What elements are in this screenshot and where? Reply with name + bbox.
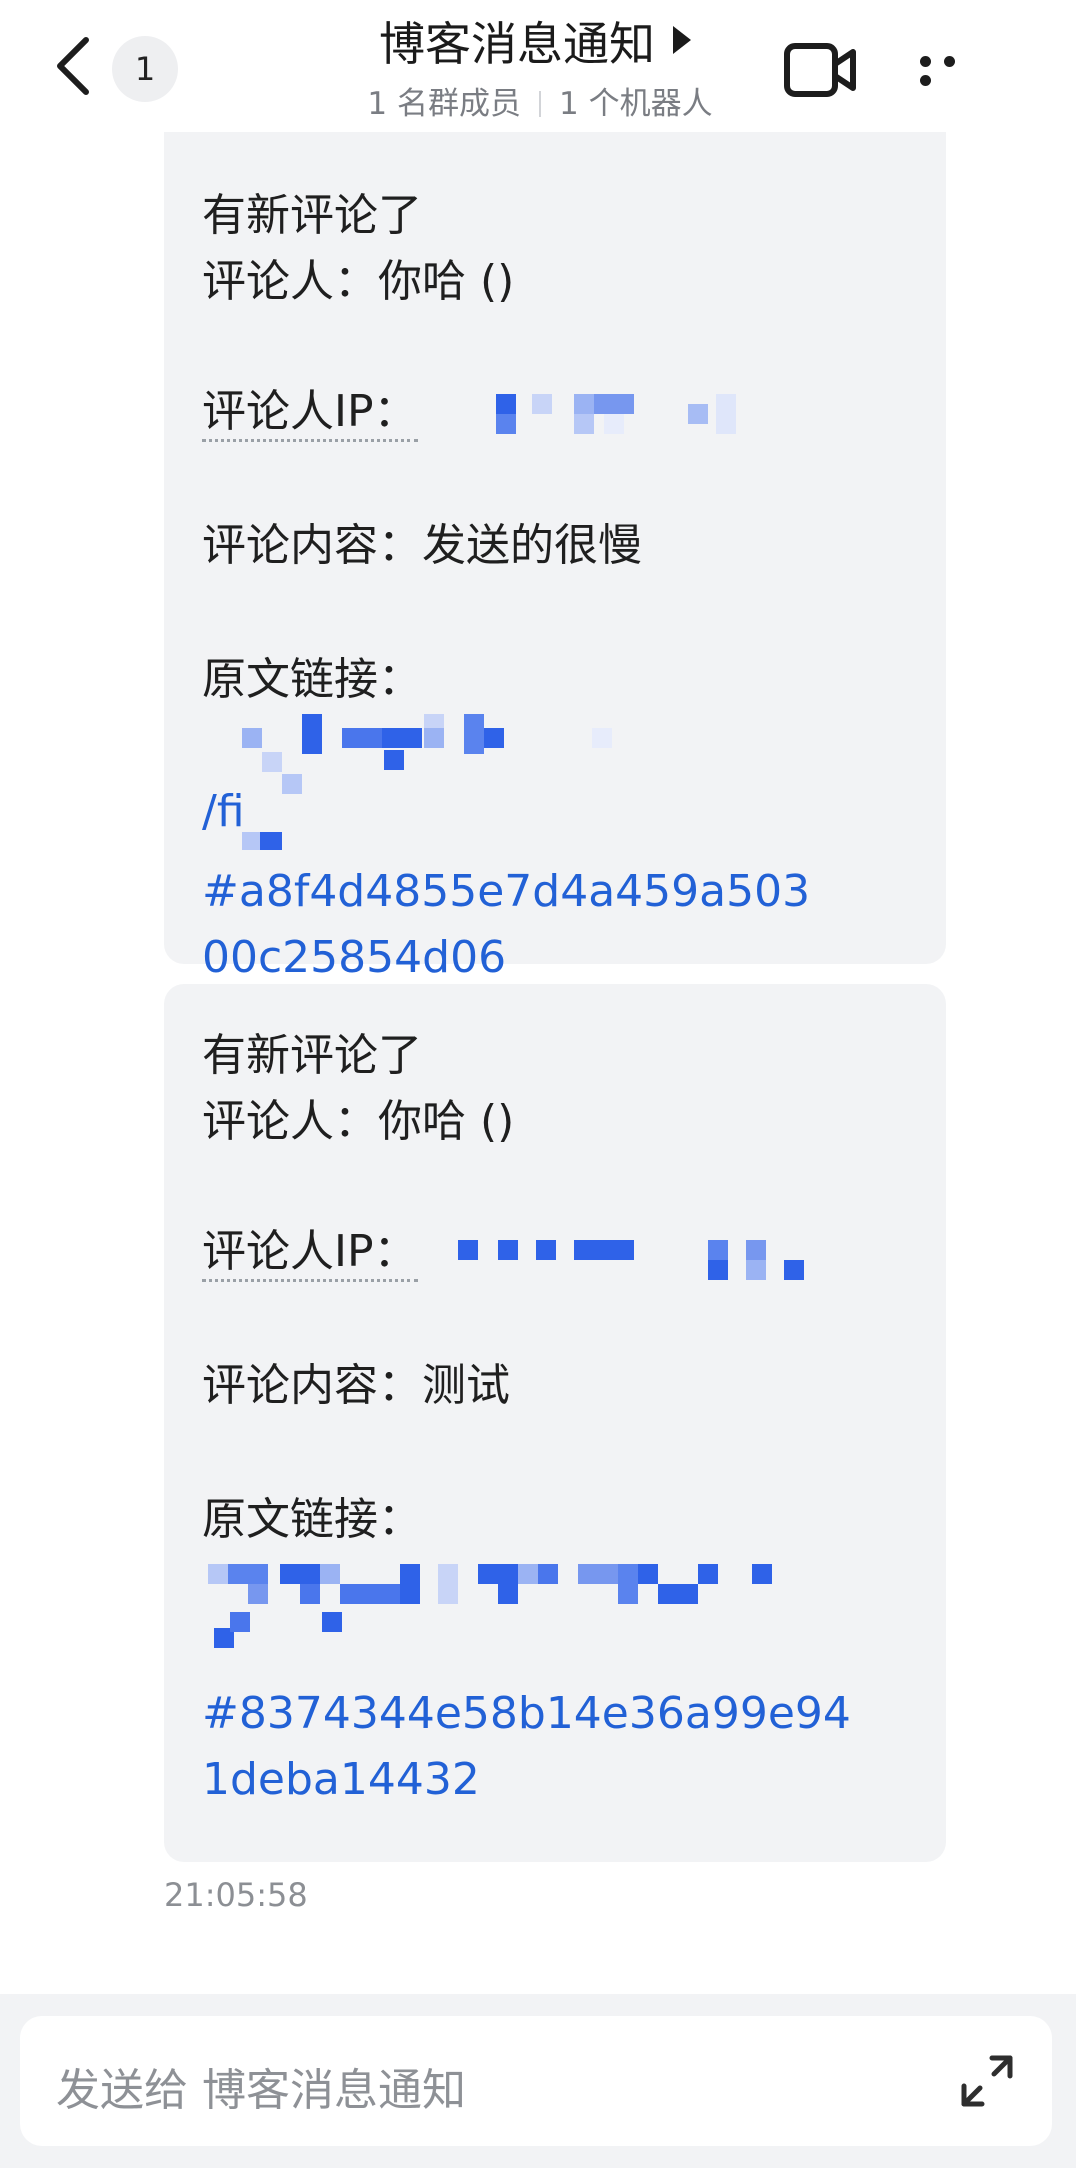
subtitle-divider [539, 91, 541, 117]
message-commenter: 评论人：你哈 () [202, 1096, 515, 1147]
video-call-button[interactable] [783, 40, 857, 100]
message-link-label: 原文链接： [202, 1494, 422, 1545]
member-count: 1 名群成员 [367, 86, 521, 122]
chat-subtitle: 1 名群成员 1 个机器人 [330, 78, 750, 123]
message-link-hash-end[interactable]: 1deba14432 [202, 1750, 480, 1810]
composer-bar: 发送给 博客消息通知 [0, 1994, 1076, 2168]
bot-count: 1 个机器人 [559, 86, 713, 122]
message-input-placeholder: 发送给 博客消息通知 [56, 2065, 466, 2116]
chat-header: 1 博客消息通知 1 名群成员 1 个机器人 [0, 0, 1076, 132]
message-content: 评论内容：测试 [202, 1360, 510, 1411]
message-ip-label: 评论人IP： [202, 382, 418, 442]
message-bubble[interactable]: 有新评论了 评论人：你哈 () 评论人IP： 评论内容：测试 原文链接： #83… [164, 984, 946, 1862]
message-ip-label: 评论人IP： [202, 1222, 418, 1282]
message-heading: 有新评论了 [202, 1030, 422, 1081]
message-timestamp: 21:05:58 [164, 1876, 308, 1914]
dot-icon [920, 75, 931, 86]
dot-icon [920, 56, 931, 67]
more-button[interactable] [920, 52, 990, 86]
expand-arrows-icon [961, 2055, 1013, 2107]
message-link-hash-end[interactable]: 00c25854d06 [202, 928, 506, 988]
message-heading: 有新评论了 [202, 190, 422, 241]
redacted-link-mosaic [202, 1550, 882, 1658]
dot-icon [944, 56, 955, 67]
message-bubble[interactable]: 有新评论了 评论人：你哈 () 评论人IP： 评论内容：发送的很慢 原文链接： [164, 132, 946, 983]
message-link-label: 原文链接： [202, 654, 422, 705]
expand-icon[interactable] [958, 2052, 1016, 2110]
redacted-link-mosaic [202, 714, 642, 814]
message-commenter: 评论人：你哈 () [202, 256, 515, 307]
chat-title-wrap[interactable]: 博客消息通知 [300, 12, 770, 76]
message-input[interactable]: 发送给 博客消息通知 [20, 2016, 1052, 2146]
chevron-left-icon [57, 37, 89, 95]
message-link-hash[interactable]: #8374344e58b14e36a99e94 [202, 1684, 851, 1744]
message-list[interactable]: 有新评论了 评论人：你哈 () 评论人IP： 评论内容：发送的很慢 原文链接： [0, 132, 1076, 1992]
play-arrow-icon [673, 26, 691, 54]
unread-count-badge[interactable]: 1 [112, 36, 178, 102]
message-link-hash[interactable]: #a8f4d4855e7d4a459a503 [202, 862, 810, 922]
redacted-ip-mosaic [496, 394, 776, 456]
chat-title[interactable]: 博客消息通知 [379, 17, 655, 71]
video-camera-icon [784, 43, 856, 97]
redacted-ip-mosaic [458, 1240, 818, 1282]
back-button[interactable] [50, 36, 100, 96]
message-content: 评论内容：发送的很慢 [202, 520, 642, 571]
